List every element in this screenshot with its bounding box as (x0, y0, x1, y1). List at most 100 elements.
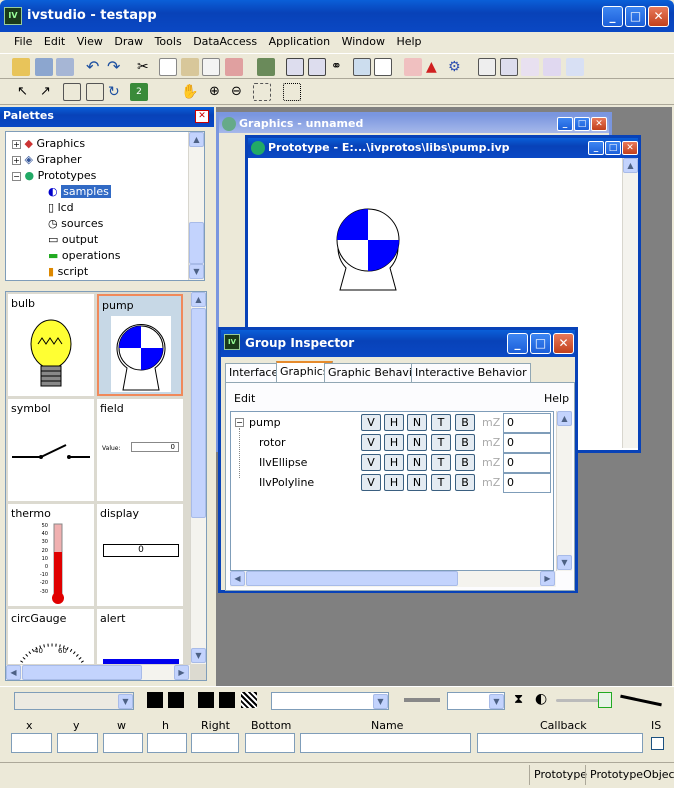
edit-icon[interactable] (404, 58, 422, 76)
point-edit-icon[interactable]: ↗ (40, 83, 58, 101)
inspector-help-menu[interactable]: Help (544, 392, 569, 405)
snap-icon[interactable] (283, 83, 301, 101)
save-all-icon[interactable] (56, 58, 74, 76)
menu-help[interactable]: Help (396, 35, 421, 48)
graphics-minimize-button[interactable]: _ (557, 117, 573, 131)
cut-icon[interactable]: ✂ (137, 58, 155, 76)
z-value-input[interactable]: 0 (503, 433, 551, 453)
tree-row-name[interactable]: IlvPolyline (259, 476, 314, 489)
foreground-color-swatch[interactable] (147, 692, 163, 708)
dropdown-arrow-icon[interactable]: ▼ (118, 694, 133, 709)
palette-item-bulb[interactable]: bulb (8, 294, 94, 396)
menu-view[interactable]: View (77, 35, 103, 48)
bottom-input[interactable] (245, 733, 295, 753)
pattern-select[interactable]: ▼ (271, 692, 389, 710)
menu-edit[interactable]: Edit (44, 35, 65, 48)
palette-item-display[interactable]: display 0 (97, 504, 183, 606)
visibility-button-n[interactable]: N (407, 434, 427, 451)
open-icon[interactable] (12, 58, 30, 76)
w-input[interactable] (103, 733, 143, 753)
paste-icon[interactable] (181, 58, 199, 76)
palette-item-field[interactable]: field Value: 0 (97, 399, 183, 501)
tree-item-samples[interactable]: ◐ samples (48, 184, 111, 200)
pan-icon[interactable]: ✋ (181, 83, 199, 101)
redo-icon[interactable]: ↷ (107, 58, 125, 76)
align-icon[interactable] (63, 83, 81, 101)
visibility-button-t[interactable]: T (431, 454, 451, 471)
visibility-button-h[interactable]: H (384, 414, 404, 431)
visibility-button-v[interactable]: V (361, 434, 381, 451)
scroll-right-icon[interactable]: ▶ (540, 571, 555, 586)
prototype-close-button[interactable]: ✕ (622, 141, 638, 155)
zoom-out-icon[interactable]: ⊖ (231, 83, 249, 101)
callback-input[interactable] (477, 733, 643, 753)
scroll-left-icon[interactable]: ◀ (230, 571, 245, 586)
inspector-close-button[interactable]: ✕ (553, 333, 574, 354)
tab-interface[interactable]: Interface (225, 363, 283, 383)
visibility-button-h[interactable]: H (384, 454, 404, 471)
save-icon[interactable] (35, 58, 53, 76)
maximize-button[interactable]: □ (625, 6, 646, 27)
cap-icon[interactable]: ◐ (535, 691, 547, 707)
visibility-button-h[interactable]: H (384, 474, 404, 491)
scroll-thumb[interactable] (191, 308, 206, 518)
duplicate-icon[interactable] (202, 58, 220, 76)
tree-scrollbar[interactable]: ▲ ▼ (188, 132, 204, 280)
eraser-icon[interactable] (225, 58, 243, 76)
undo-icon[interactable]: ↶ (86, 58, 104, 76)
h-input[interactable] (147, 733, 187, 753)
collapse-icon[interactable]: − (12, 172, 21, 181)
name-input[interactable] (300, 733, 471, 753)
inspector-vscrollbar[interactable]: ▲ ▼ (556, 411, 572, 571)
zoom-in-icon[interactable]: ⊕ (209, 83, 227, 101)
test-icon[interactable] (257, 58, 275, 76)
right-input[interactable] (191, 733, 239, 753)
inspector-hscrollbar[interactable]: ◀ ▶ (230, 571, 556, 587)
visibility-button-v[interactable]: V (361, 414, 381, 431)
tree-item-sources[interactable]: ◷ sources (48, 216, 103, 232)
sliders-icon[interactable] (543, 58, 561, 76)
scroll-thumb[interactable] (22, 665, 142, 680)
binoculars-icon[interactable]: ⚭ (331, 58, 349, 76)
tree-item-script[interactable]: ▮ script (48, 264, 88, 280)
expand-icon[interactable]: + (12, 156, 21, 165)
shape-icon[interactable]: ▲ (426, 58, 444, 76)
is-checkbox[interactable] (651, 737, 664, 750)
z-value-input[interactable]: 0 (503, 473, 551, 493)
menu-file[interactable]: File (14, 35, 32, 48)
prototype-maximize-button[interactable]: □ (605, 141, 621, 155)
visibility-button-n[interactable]: N (407, 454, 427, 471)
line-color-swatch[interactable] (219, 692, 235, 708)
palette-item-symbol[interactable]: symbol (8, 399, 94, 501)
fit-icon[interactable] (253, 83, 271, 101)
palette-tool-icon[interactable] (478, 58, 496, 76)
arrow-icon[interactable]: ⧗ (514, 692, 523, 707)
menu-window[interactable]: Window (342, 35, 385, 48)
inspector-minimize-button[interactable]: _ (507, 333, 528, 354)
palette-item-pump[interactable]: pump (97, 294, 183, 396)
menu-application[interactable]: Application (269, 35, 330, 48)
palette-scrollbar[interactable]: ▲ ▼ (190, 292, 206, 664)
layer-icon[interactable]: 2 (130, 83, 148, 101)
pattern-swatch[interactable] (241, 692, 257, 708)
settings-icon[interactable] (566, 58, 584, 76)
visibility-button-t[interactable]: T (431, 474, 451, 491)
dropdown-arrow-icon[interactable]: ▼ (489, 694, 504, 709)
visibility-button-n[interactable]: N (407, 414, 427, 431)
tab-interactive-behavior[interactable]: Interactive Behavior (411, 363, 531, 383)
group-icon[interactable] (86, 83, 104, 101)
tree-item-prototypes[interactable]: − ● Prototypes (12, 168, 96, 184)
menu-draw[interactable]: Draw (114, 35, 143, 48)
tree-item-lcd[interactable]: ▯ lcd (48, 200, 74, 216)
scroll-down-icon[interactable]: ▼ (557, 555, 572, 570)
visibility-button-b[interactable]: B (455, 474, 475, 491)
prototype-minimize-button[interactable]: _ (588, 141, 604, 155)
visibility-button-t[interactable]: T (431, 414, 451, 431)
pump-graphic[interactable] (334, 206, 406, 294)
tree-item-graphics[interactable]: + ◆ Graphics (12, 136, 85, 152)
check-icon[interactable] (521, 58, 539, 76)
expand-icon[interactable]: + (12, 140, 21, 149)
visibility-button-b[interactable]: B (455, 414, 475, 431)
line-width-select[interactable]: ▼ (447, 692, 505, 710)
scroll-thumb[interactable] (246, 571, 458, 586)
